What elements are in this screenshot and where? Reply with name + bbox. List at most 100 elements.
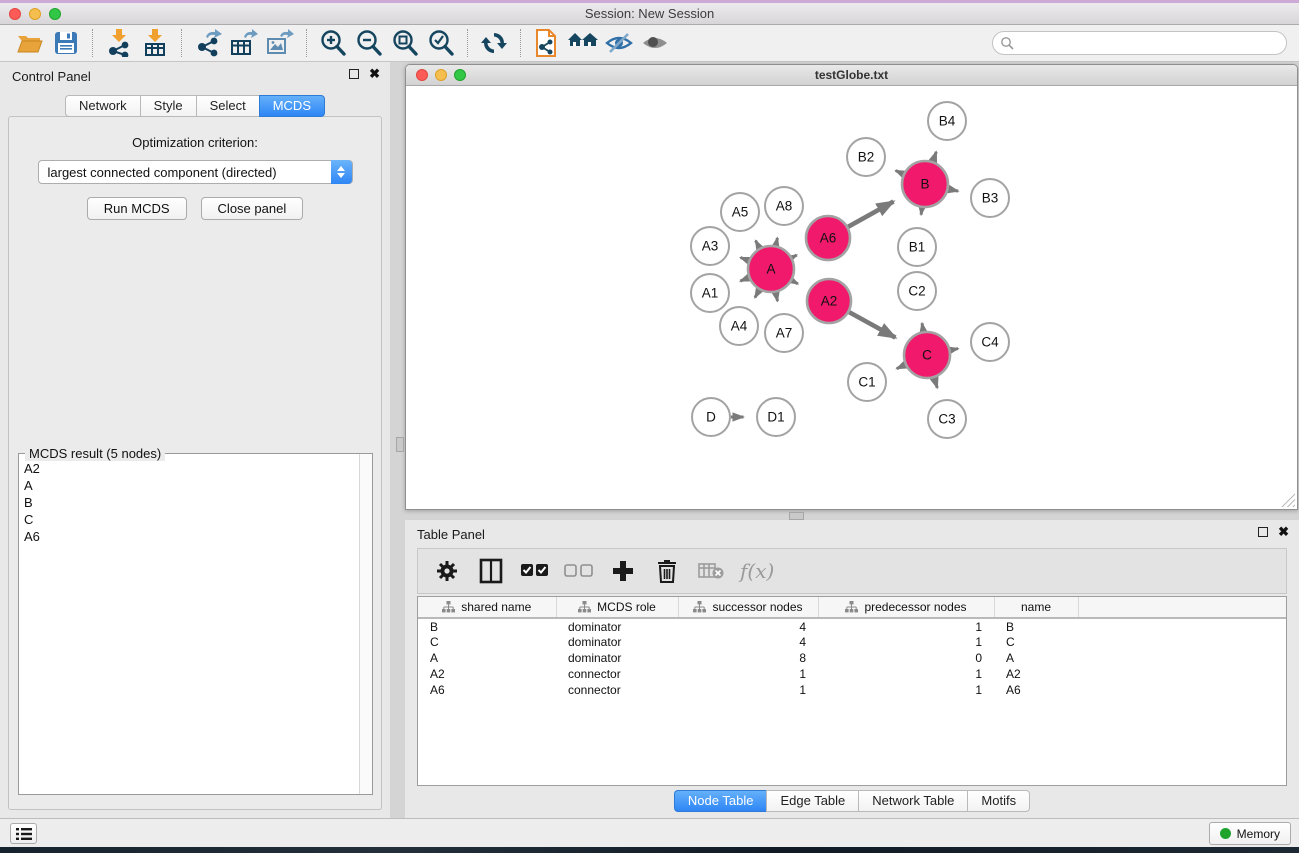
table-cell[interactable]: 1 [818,666,994,682]
table-row[interactable]: A6connector11A6 [418,682,1286,698]
table-cell[interactable]: 1 [818,618,994,634]
graph-edge-C-C4[interactable] [951,349,959,351]
graph-edge-B-B4[interactable] [933,152,936,162]
close-panel-icon[interactable]: ✖ [1278,527,1289,537]
zoom-fit-icon[interactable] [387,28,423,58]
graph-edge-C-C3[interactable] [934,378,937,388]
select-all-columns-icon[interactable] [520,556,550,586]
new-network-from-selection-icon[interactable] [529,28,565,58]
tab-mcds[interactable]: MCDS [259,95,325,117]
graph-node-B1[interactable]: B1 [898,228,936,266]
table-cell[interactable]: 1 [678,682,818,698]
graph-node-A3[interactable]: A3 [691,227,729,265]
table-cell[interactable]: C [418,634,556,650]
table-row[interactable]: A2connector11A2 [418,666,1286,682]
list-item[interactable]: A [20,477,358,494]
graph-edge-B-B3[interactable] [948,189,958,191]
optimization-criterion-dropdown[interactable]: largest connected component (directed) [38,160,353,184]
table-row[interactable]: Cdominator41C [418,634,1286,650]
table-cell[interactable]: A [418,650,556,666]
export-network-icon[interactable] [190,28,226,58]
graph-edge-A-A6[interactable] [792,255,797,258]
unselect-all-columns-icon[interactable] [564,556,594,586]
open-session-icon[interactable] [12,28,48,58]
search-input[interactable] [992,31,1287,55]
graph-node-A2[interactable]: A2 [807,279,851,323]
graph-node-C2[interactable]: C2 [898,272,936,310]
graph-edge-A6-B[interactable] [848,202,893,227]
tab-edge-table[interactable]: Edge Table [766,790,858,812]
graph-edge-A2-C[interactable] [849,312,895,337]
graph-edge-A-A5[interactable] [756,241,760,248]
network-canvas[interactable]: B4B2BB3A5A8A6A3B1AA1C2A2A4A7C4CC1C3DD1 [407,87,1296,508]
column-header-predecessor-nodes[interactable]: predecessor nodes [818,597,994,618]
save-session-icon[interactable] [48,28,84,58]
table-cell[interactable]: 8 [678,650,818,666]
show-all-icon[interactable] [637,28,673,58]
window-resize-grip[interactable] [1281,493,1295,507]
graph-node-A8[interactable]: A8 [765,187,803,225]
table-cell[interactable]: dominator [556,618,678,634]
graph-node-B4[interactable]: B4 [928,102,966,140]
graph-node-D[interactable]: D [692,398,730,436]
graph-node-C1[interactable]: C1 [848,363,886,401]
table-settings-gear-icon[interactable] [432,556,462,586]
table-cell[interactable]: A6 [994,682,1078,698]
graph-edge-A-A1[interactable] [740,278,748,281]
close-panel-button[interactable]: Close panel [201,197,304,220]
table-cell[interactable]: 4 [678,634,818,650]
graph-node-C[interactable]: C [904,332,950,378]
graph-node-B[interactable]: B [902,161,948,207]
float-panel-icon[interactable] [349,69,359,79]
float-panel-icon[interactable] [1258,527,1268,537]
table-cell[interactable]: 1 [818,682,994,698]
graph-node-C3[interactable]: C3 [928,400,966,438]
table-cell[interactable]: B [418,618,556,634]
first-neighbors-icon[interactable] [565,28,601,58]
table-cell[interactable]: 4 [678,618,818,634]
column-header-successor-nodes[interactable]: successor nodes [678,597,818,618]
table-cell[interactable]: A [994,650,1078,666]
memory-button[interactable]: Memory [1209,822,1291,845]
graph-node-A1[interactable]: A1 [691,274,729,312]
zoom-in-icon[interactable] [315,28,351,58]
refresh-icon[interactable] [476,28,512,58]
zoom-selected-icon[interactable] [423,28,459,58]
import-network-icon[interactable] [101,28,137,58]
tab-network-table[interactable]: Network Table [858,790,967,812]
splitter-handle[interactable] [789,512,804,520]
import-table-icon[interactable] [137,28,173,58]
graph-edge-A-A7[interactable] [776,293,778,302]
tab-style[interactable]: Style [140,95,196,117]
list-item[interactable]: B [20,494,358,511]
tab-node-table[interactable]: Node Table [674,790,767,812]
tab-select[interactable]: Select [196,95,259,117]
tab-network[interactable]: Network [65,95,140,117]
table-cell[interactable]: dominator [556,650,678,666]
column-header-shared-name[interactable]: shared name [418,597,556,618]
create-column-plus-icon[interactable] [608,556,638,586]
graph-node-A6[interactable]: A6 [806,216,850,260]
column-header-MCDS-role[interactable]: MCDS role [556,597,678,618]
table-cell[interactable]: B [994,618,1078,634]
table-cell[interactable]: 0 [818,650,994,666]
column-header-name[interactable]: name [994,597,1078,618]
graph-node-B3[interactable]: B3 [971,179,1009,217]
graph-edge-A-A3[interactable] [741,258,749,261]
graph-edge-B-B2[interactable] [896,171,904,174]
table-row[interactable]: Adominator80A [418,650,1286,666]
hide-selected-icon[interactable] [601,28,637,58]
table-cell[interactable]: connector [556,682,678,698]
graph-node-A4[interactable]: A4 [720,307,758,345]
table-cell[interactable]: 1 [818,634,994,650]
export-table-icon[interactable] [226,28,262,58]
table-cell[interactable]: A2 [418,666,556,682]
graph-edge-A-A4[interactable] [755,290,759,298]
graph-node-B2[interactable]: B2 [847,138,885,176]
graph-node-A[interactable]: A [748,246,794,292]
table-cell[interactable]: A2 [994,666,1078,682]
export-image-icon[interactable] [262,28,298,58]
graph-edge-A-A2[interactable] [792,281,798,284]
graph-node-D1[interactable]: D1 [757,398,795,436]
splitter-handle[interactable] [396,437,404,452]
